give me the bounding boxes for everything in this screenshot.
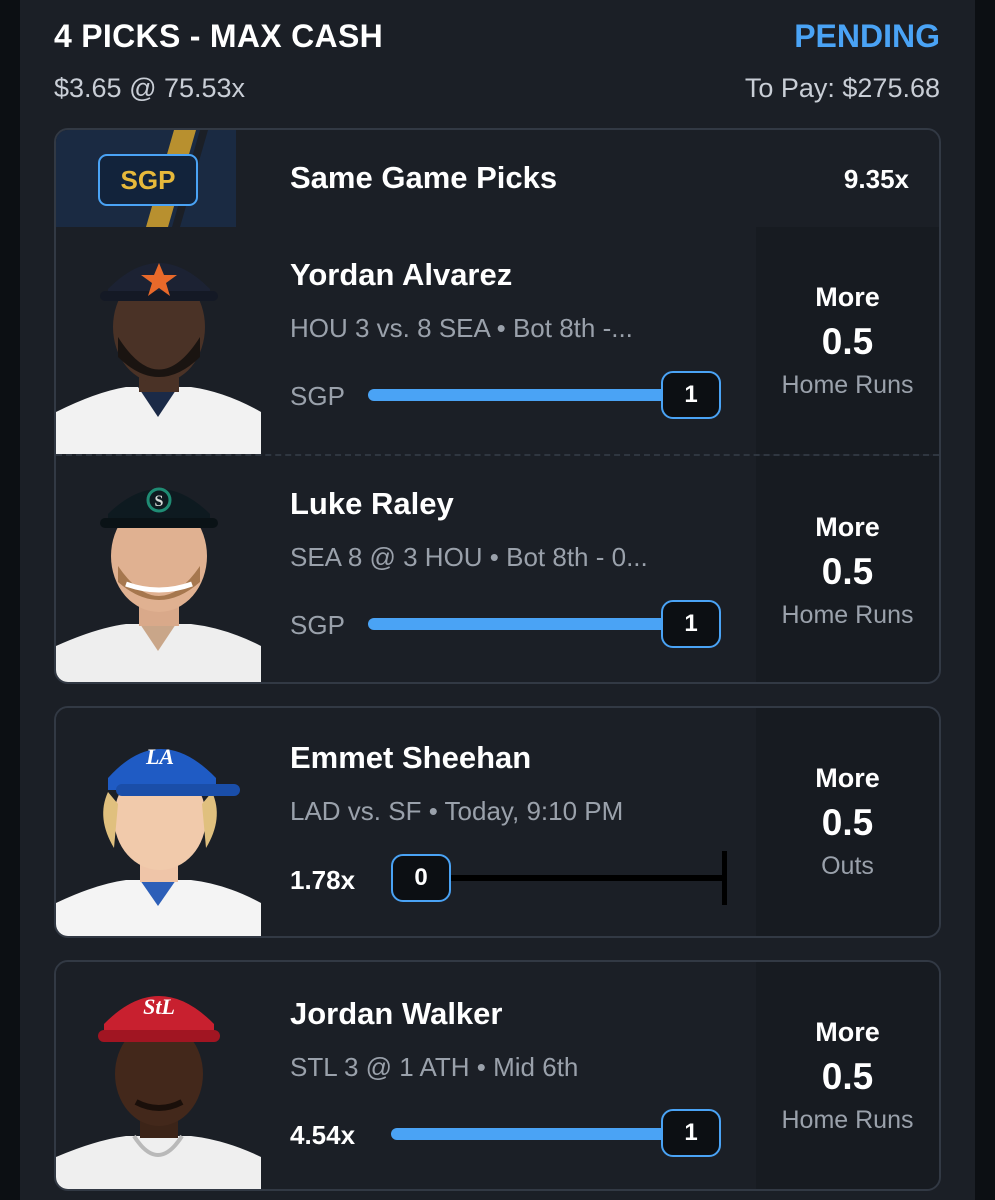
progress-bar bbox=[391, 1128, 691, 1140]
sgp-multiplier: 9.35x bbox=[843, 164, 909, 194]
pick-multiplier: 1.78x bbox=[290, 865, 356, 895]
wager-amount: $3.65 @ 75.53x bbox=[54, 73, 246, 103]
sgp-badge: SGP bbox=[98, 154, 198, 206]
svg-text:LA: LA bbox=[145, 744, 174, 769]
player-name: Yordan Alvarez bbox=[290, 257, 513, 292]
progress-track bbox=[416, 875, 726, 881]
player-avatar: LA bbox=[56, 708, 261, 936]
progress-value: 1 bbox=[661, 1109, 721, 1157]
pick-row[interactable]: LA Emmet Sheehan LAD vs. SF • Today, 9:1… bbox=[56, 708, 939, 936]
progress-bar bbox=[368, 618, 688, 630]
game-info: HOU 3 vs. 8 SEA • Bot 8th -... bbox=[290, 313, 633, 343]
projection-panel: More 0.5 Home Runs bbox=[756, 227, 939, 454]
player-name: Jordan Walker bbox=[290, 996, 503, 1031]
game-info: STL 3 @ 1 ATH • Mid 6th bbox=[290, 1052, 579, 1082]
progress-track-end bbox=[722, 851, 727, 905]
pick-card[interactable]: LA Emmet Sheehan LAD vs. SF • Today, 9:1… bbox=[54, 706, 941, 938]
projection-panel: More 0.5 Home Runs bbox=[756, 456, 939, 682]
stat-line: 0.5 bbox=[821, 1055, 874, 1097]
stat-line: 0.5 bbox=[821, 320, 874, 362]
to-pay-amount: To Pay: $275.68 bbox=[744, 73, 940, 103]
stat-type: Outs bbox=[821, 852, 874, 880]
pick-card[interactable]: StL Jordan Walker STL 3 @ 1 ATH • Mid 6t… bbox=[54, 960, 941, 1191]
progress-bar bbox=[368, 389, 688, 401]
pick-direction: More bbox=[815, 763, 880, 793]
game-info: SEA 8 @ 3 HOU • Bot 8th - 0... bbox=[290, 542, 648, 572]
pick-direction: More bbox=[815, 1016, 880, 1047]
stat-type: Home Runs bbox=[781, 370, 914, 399]
stat-line: 0.5 bbox=[821, 802, 874, 843]
dodgers-cap-icon: LA bbox=[145, 744, 174, 769]
player-avatar: StL bbox=[56, 962, 261, 1189]
pick-label: SGP bbox=[290, 610, 345, 640]
progress-value: 0 bbox=[391, 854, 451, 902]
pick-direction: More bbox=[815, 512, 880, 542]
pick-multiplier: 4.54x bbox=[290, 1120, 356, 1150]
sgp-label: Same Game Picks bbox=[290, 160, 558, 195]
projection-panel: More 0.5 Outs bbox=[756, 708, 939, 936]
player-name: Emmet Sheehan bbox=[290, 740, 532, 775]
player-name: Luke Raley bbox=[290, 486, 454, 521]
player-avatar bbox=[56, 227, 261, 454]
entry-title: 4 PICKS - MAX CASH bbox=[54, 18, 383, 54]
pick-row[interactable]: S Luke Raley SEA 8 @ 3 HOU • Bot 8th - 0… bbox=[56, 454, 939, 682]
progress-value: 1 bbox=[661, 600, 721, 648]
pick-direction: More bbox=[815, 281, 880, 312]
pick-row[interactable]: StL Jordan Walker STL 3 @ 1 ATH • Mid 6t… bbox=[56, 962, 939, 1189]
pick-label: SGP bbox=[290, 381, 345, 411]
stat-line: 0.5 bbox=[821, 551, 874, 592]
sgp-card[interactable]: SGP Same Game Picks 9.35x Yordan Alvarez… bbox=[54, 128, 941, 684]
stat-type: Home Runs bbox=[781, 1105, 914, 1134]
status-badge: PENDING bbox=[794, 18, 940, 54]
svg-text:S: S bbox=[155, 493, 164, 510]
game-info: LAD vs. SF • Today, 9:10 PM bbox=[290, 796, 624, 826]
projection-panel: More 0.5 Home Runs bbox=[756, 962, 939, 1189]
sgp-header: SGP Same Game Picks 9.35x bbox=[56, 130, 939, 227]
pick-row[interactable]: Yordan Alvarez HOU 3 vs. 8 SEA • Bot 8th… bbox=[56, 227, 939, 454]
player-avatar: S bbox=[56, 456, 261, 682]
progress-value: 1 bbox=[661, 371, 721, 419]
stat-type: Home Runs bbox=[781, 601, 914, 629]
cardinals-cap-icon: StL bbox=[143, 994, 175, 1019]
svg-text:StL: StL bbox=[143, 994, 175, 1019]
